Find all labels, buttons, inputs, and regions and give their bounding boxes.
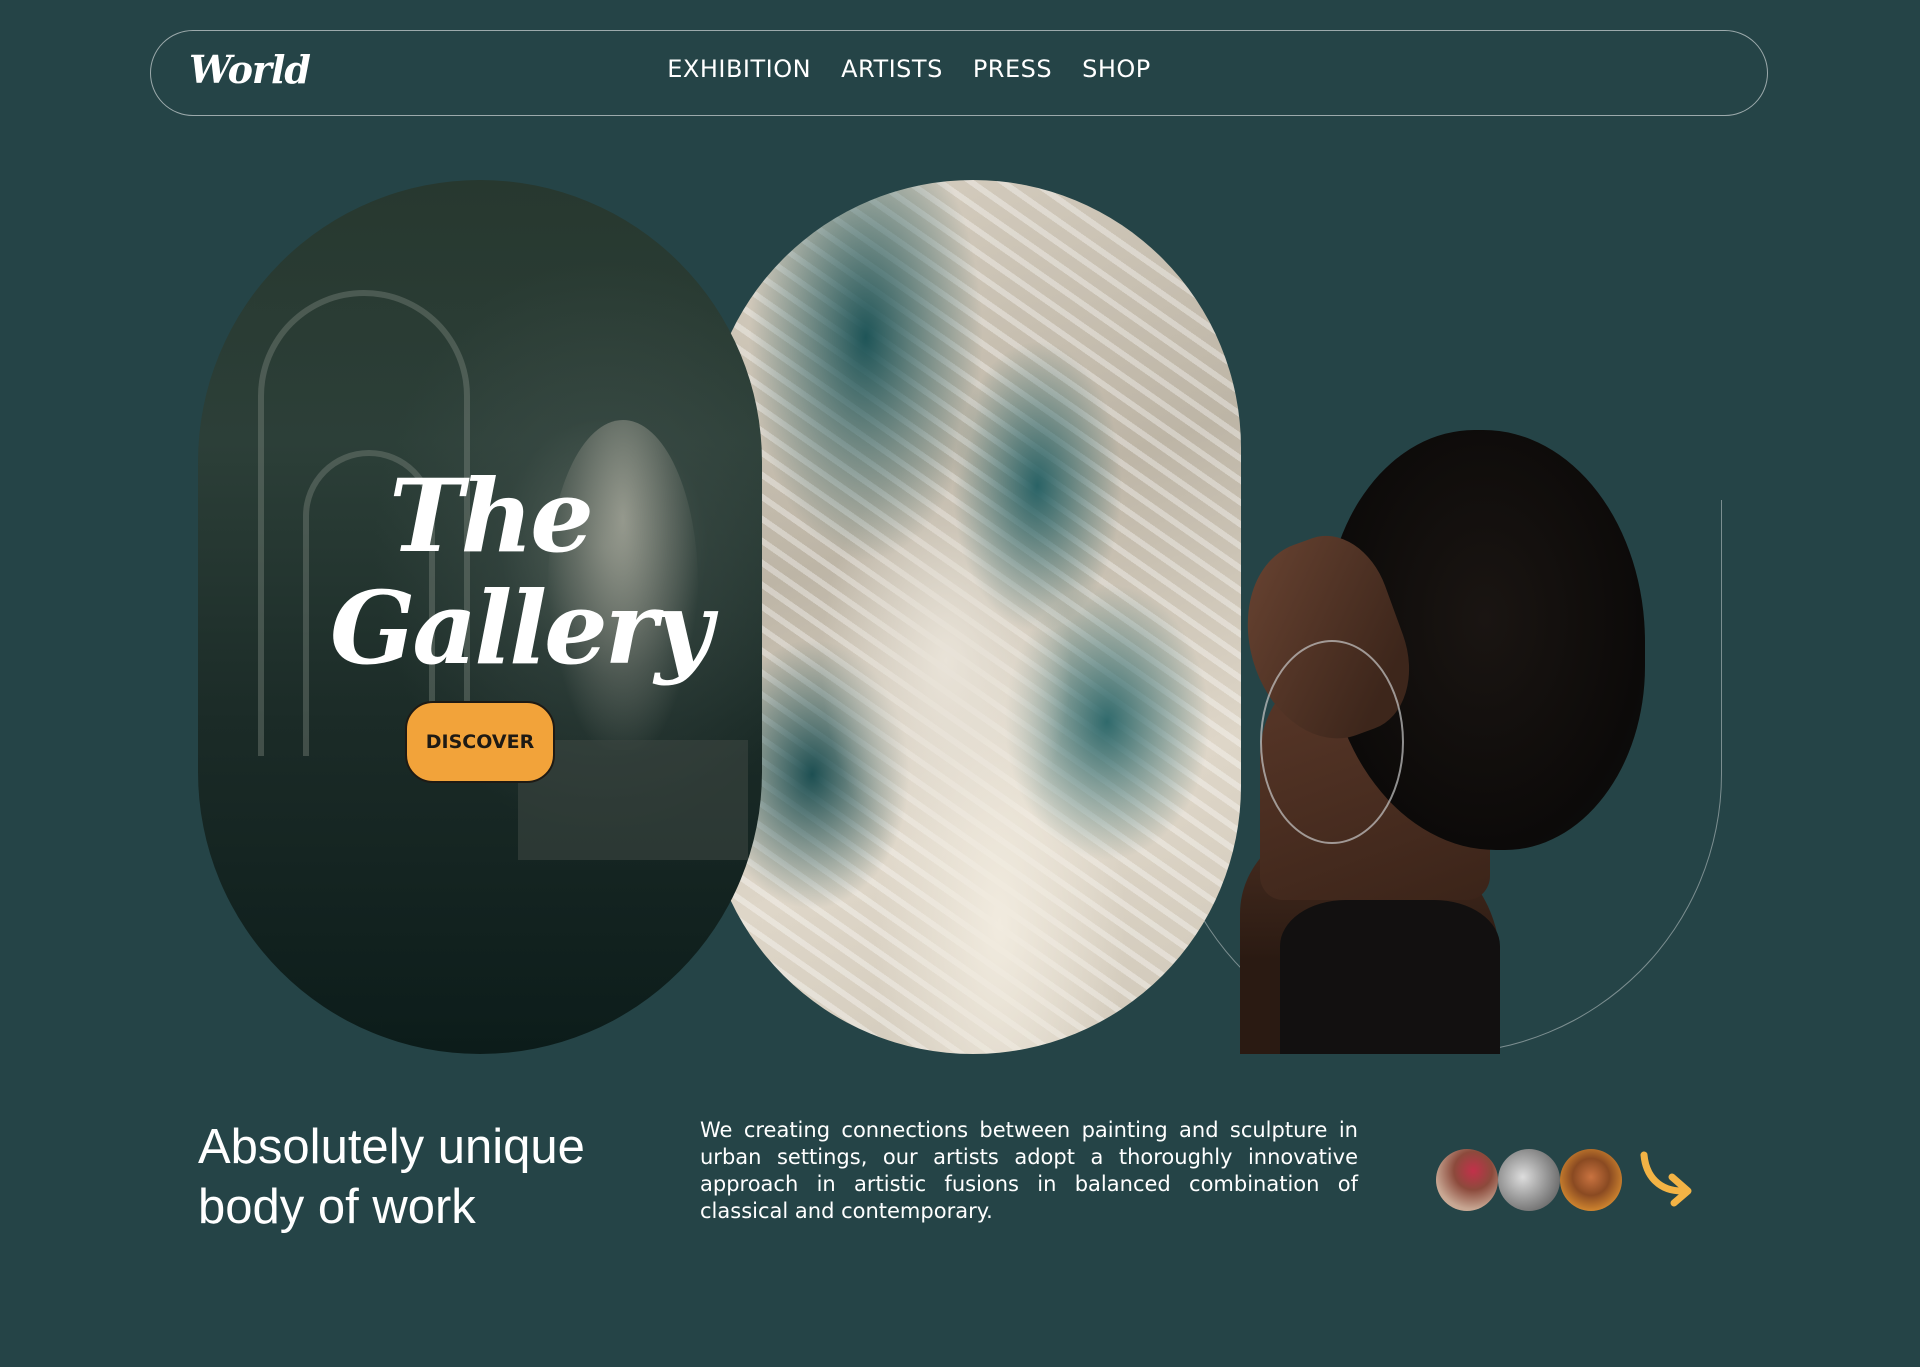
artist-avatar-1[interactable]: [1436, 1149, 1498, 1211]
discover-button[interactable]: DISCOVER: [405, 701, 555, 783]
section-description: We creating connections between painting…: [700, 1118, 1358, 1223]
nav-artists[interactable]: ARTISTS: [841, 55, 943, 83]
portrait-image: [1220, 430, 1660, 1054]
header-bar: World EXHIBITION ARTISTS PRESS SHOP: [150, 30, 1768, 116]
headline-line-1: Absolutely unique: [198, 1120, 585, 1174]
hero-title-line-1: The: [389, 457, 594, 575]
portrait-earring: [1260, 640, 1404, 844]
artist-avatar-2[interactable]: [1498, 1149, 1560, 1211]
section-headline: Absolutely unique body of work: [198, 1117, 658, 1237]
artist-avatar-3[interactable]: [1560, 1149, 1622, 1211]
nav-exhibition[interactable]: EXHIBITION: [667, 55, 811, 83]
nav-shop[interactable]: SHOP: [1082, 55, 1151, 83]
headline-line-2: body of work: [198, 1180, 476, 1234]
page: World EXHIBITION ARTISTS PRESS SHOP The …: [0, 0, 1920, 1367]
nav-press[interactable]: PRESS: [973, 55, 1052, 83]
hero-title-line-2: Gallery: [330, 569, 713, 687]
portrait-top: [1280, 900, 1500, 1054]
artist-avatars: [1436, 1149, 1636, 1213]
hero-title: The Gallery: [330, 457, 713, 684]
abstract-artwork-image: [705, 180, 1241, 1054]
curved-arrow-icon[interactable]: [1636, 1147, 1700, 1211]
main-nav: EXHIBITION ARTISTS PRESS SHOP: [151, 55, 1767, 83]
